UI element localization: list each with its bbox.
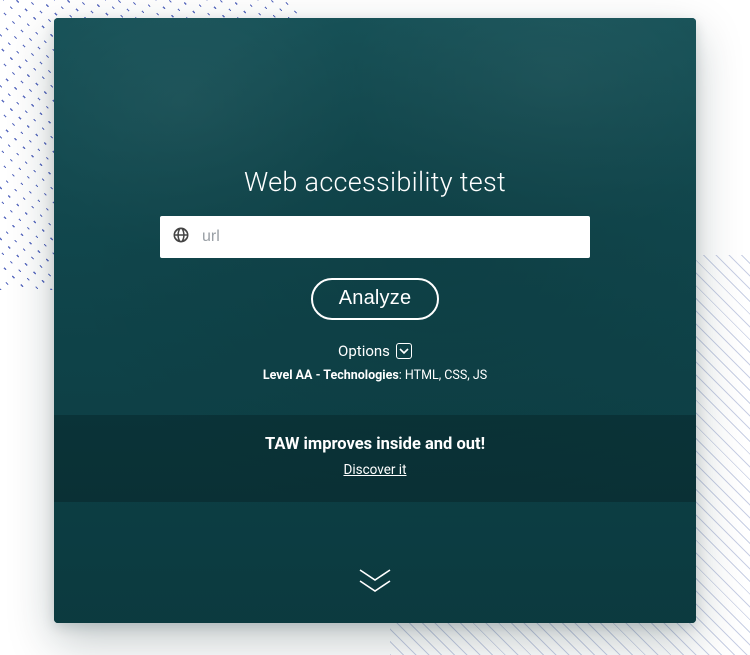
scroll-down-chevrons-icon[interactable] <box>358 568 392 595</box>
page-title: Web accessibility test <box>244 166 506 198</box>
accessibility-test-card: Web accessibility test Analyze Options L… <box>54 18 696 623</box>
hero-content: Web accessibility test Analyze Options L… <box>54 18 696 623</box>
promo-band: TAW improves inside and out! Discover it <box>54 415 696 502</box>
options-label: Options <box>338 342 390 360</box>
options-summary: Level AA - Technologies: HTML, CSS, JS <box>263 368 487 383</box>
url-input[interactable] <box>160 216 590 258</box>
globe-icon <box>172 226 190 248</box>
options-summary-tech: : HTML, CSS, JS <box>399 368 487 383</box>
options-dropdown-icon <box>396 343 412 359</box>
options-summary-level: Level AA - Technologies <box>263 368 399 383</box>
options-toggle[interactable]: Options <box>338 342 412 360</box>
url-input-wrapper <box>160 216 590 258</box>
analyze-button[interactable]: Analyze <box>311 278 440 320</box>
promo-headline: TAW improves inside and out! <box>54 435 696 454</box>
discover-link[interactable]: Discover it <box>343 462 406 478</box>
